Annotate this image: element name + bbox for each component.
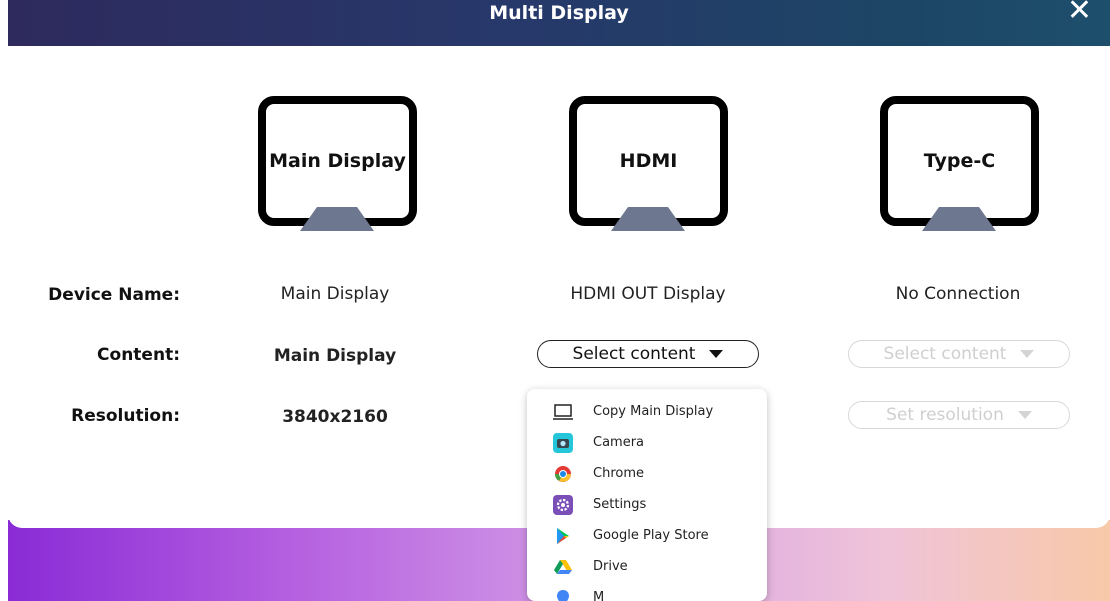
close-icon[interactable]: ✕ [1067, 0, 1092, 26]
dropdown-item-label: Copy Main Display [593, 404, 714, 419]
header-bar: Multi Display ✕ [8, 0, 1110, 46]
dropdown-item-copy-main-display[interactable]: Copy Main Display [527, 396, 767, 427]
monitor-label: Type-C [923, 150, 996, 172]
dropdown-item-label: Drive [593, 559, 628, 574]
dropdown-item-label: Google Play Store [593, 528, 709, 543]
device-name-label: Device Name: [48, 285, 180, 305]
device-name-hdmi: HDMI OUT Display [570, 284, 726, 304]
dropdown-item-maps[interactable]: M [527, 582, 767, 601]
drive-icon [553, 557, 573, 577]
monitor-type-c[interactable]: Type-C [880, 96, 1040, 236]
dropdown-item-settings[interactable]: Settings [527, 489, 767, 520]
dropdown-item-google-play-store[interactable]: Google Play Store [527, 520, 767, 551]
dropdown-item-chrome[interactable]: Chrome [527, 458, 767, 489]
monitor-stand [611, 207, 685, 231]
dropdown-item-label: Chrome [593, 466, 644, 481]
chevron-down-icon [1020, 350, 1035, 358]
dropdown-item-drive[interactable]: Drive [527, 551, 767, 582]
dropdown-item-label: Settings [593, 497, 647, 512]
monitor-stand [300, 207, 374, 231]
dropdown-item-camera[interactable]: Camera [527, 427, 767, 458]
dropdown-item-label: M [593, 590, 605, 601]
chrome-icon [553, 464, 573, 484]
content-main-value: Main Display [273, 346, 397, 366]
device-name-main: Main Display [280, 284, 390, 304]
settings-icon [553, 494, 573, 515]
chevron-down-icon [1017, 411, 1032, 419]
type-c-resolution-select: Set resolution [848, 401, 1070, 429]
type-c-content-select: Select content [848, 340, 1070, 368]
play-store-icon [553, 526, 573, 546]
monitor-icon [553, 402, 573, 422]
monitor-label: HDMI [619, 150, 678, 172]
device-name-type-c: No Connection [895, 284, 1021, 304]
resolution-main-value: 3840x2160 [282, 407, 388, 427]
select-text: Select content [572, 344, 696, 364]
select-text: Select content [883, 344, 1007, 364]
chevron-down-icon [709, 350, 724, 358]
dropdown-item-label: Camera [593, 435, 645, 450]
hdmi-content-select[interactable]: Select content [537, 340, 759, 368]
monitor-hdmi[interactable]: HDMI [569, 96, 729, 236]
content-dropdown-menu: Copy Main Display Camera Chrome Settings… [527, 389, 767, 601]
maps-icon [553, 588, 573, 601]
window-title: Multi Display [489, 2, 629, 24]
monitor-stand [922, 207, 996, 231]
monitor-main-display[interactable]: Main Display [258, 96, 418, 236]
select-text: Set resolution [886, 405, 1004, 425]
resolution-label: Resolution: [71, 406, 180, 426]
monitor-label: Main Display [269, 150, 406, 172]
content-label: Content: [97, 345, 180, 365]
camera-icon [553, 432, 573, 453]
